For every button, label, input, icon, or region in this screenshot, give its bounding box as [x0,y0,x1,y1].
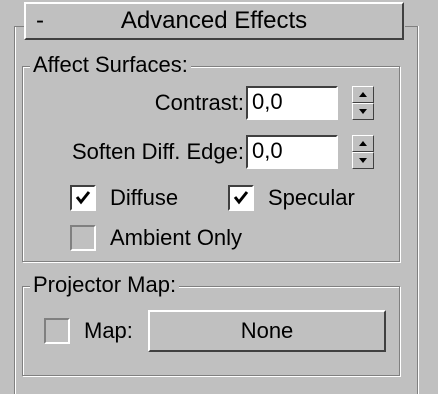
checkmark-icon [233,191,249,205]
rollout-frame-tick-right [405,26,417,27]
triangle-up-icon [359,141,367,146]
rollout-title: Advanced Effects [120,7,308,34]
map-checkbox[interactable] [44,318,70,344]
projector-map-label: Projector Map: [30,273,180,297]
soften-diff-edge-spinner-up-button[interactable] [352,135,374,152]
contrast-spinner-down-button[interactable] [352,103,374,120]
triangle-down-icon [359,109,367,114]
ambient-only-checkbox[interactable] [70,225,96,251]
triangle-up-icon [359,92,367,97]
contrast-spinner-up-button[interactable] [352,86,374,103]
map-none-button[interactable]: None [148,310,386,352]
specular-checkbox[interactable] [228,185,254,211]
rollout-frame-left [14,26,15,394]
soften-diff-edge-spinner[interactable] [352,135,374,169]
soften-diff-edge-spinner-down-button[interactable] [352,152,374,169]
triangle-down-icon [359,158,367,163]
rollout-frame-right [417,26,418,394]
contrast-label: Contrast: [154,90,244,115]
soften-diff-edge-label: Soften Diff. Edge: [71,139,244,164]
diffuse-label[interactable]: Diffuse [110,185,178,211]
soften-diff-edge-input[interactable]: 0,0 [246,135,338,169]
diffuse-checkbox[interactable] [70,185,96,211]
ambient-only-label[interactable]: Ambient Only [110,225,242,251]
checkmark-icon [75,191,91,205]
rollout-header-advanced-effects[interactable]: - Advanced Effects [24,2,404,40]
contrast-input[interactable]: 0,0 [246,86,338,120]
map-label[interactable]: Map: [84,318,133,344]
rollout-frame-tick-left [14,26,24,27]
specular-label[interactable]: Specular [268,185,355,211]
affect-surfaces-label: Affect Surfaces: [30,53,191,77]
contrast-spinner[interactable] [352,86,374,120]
